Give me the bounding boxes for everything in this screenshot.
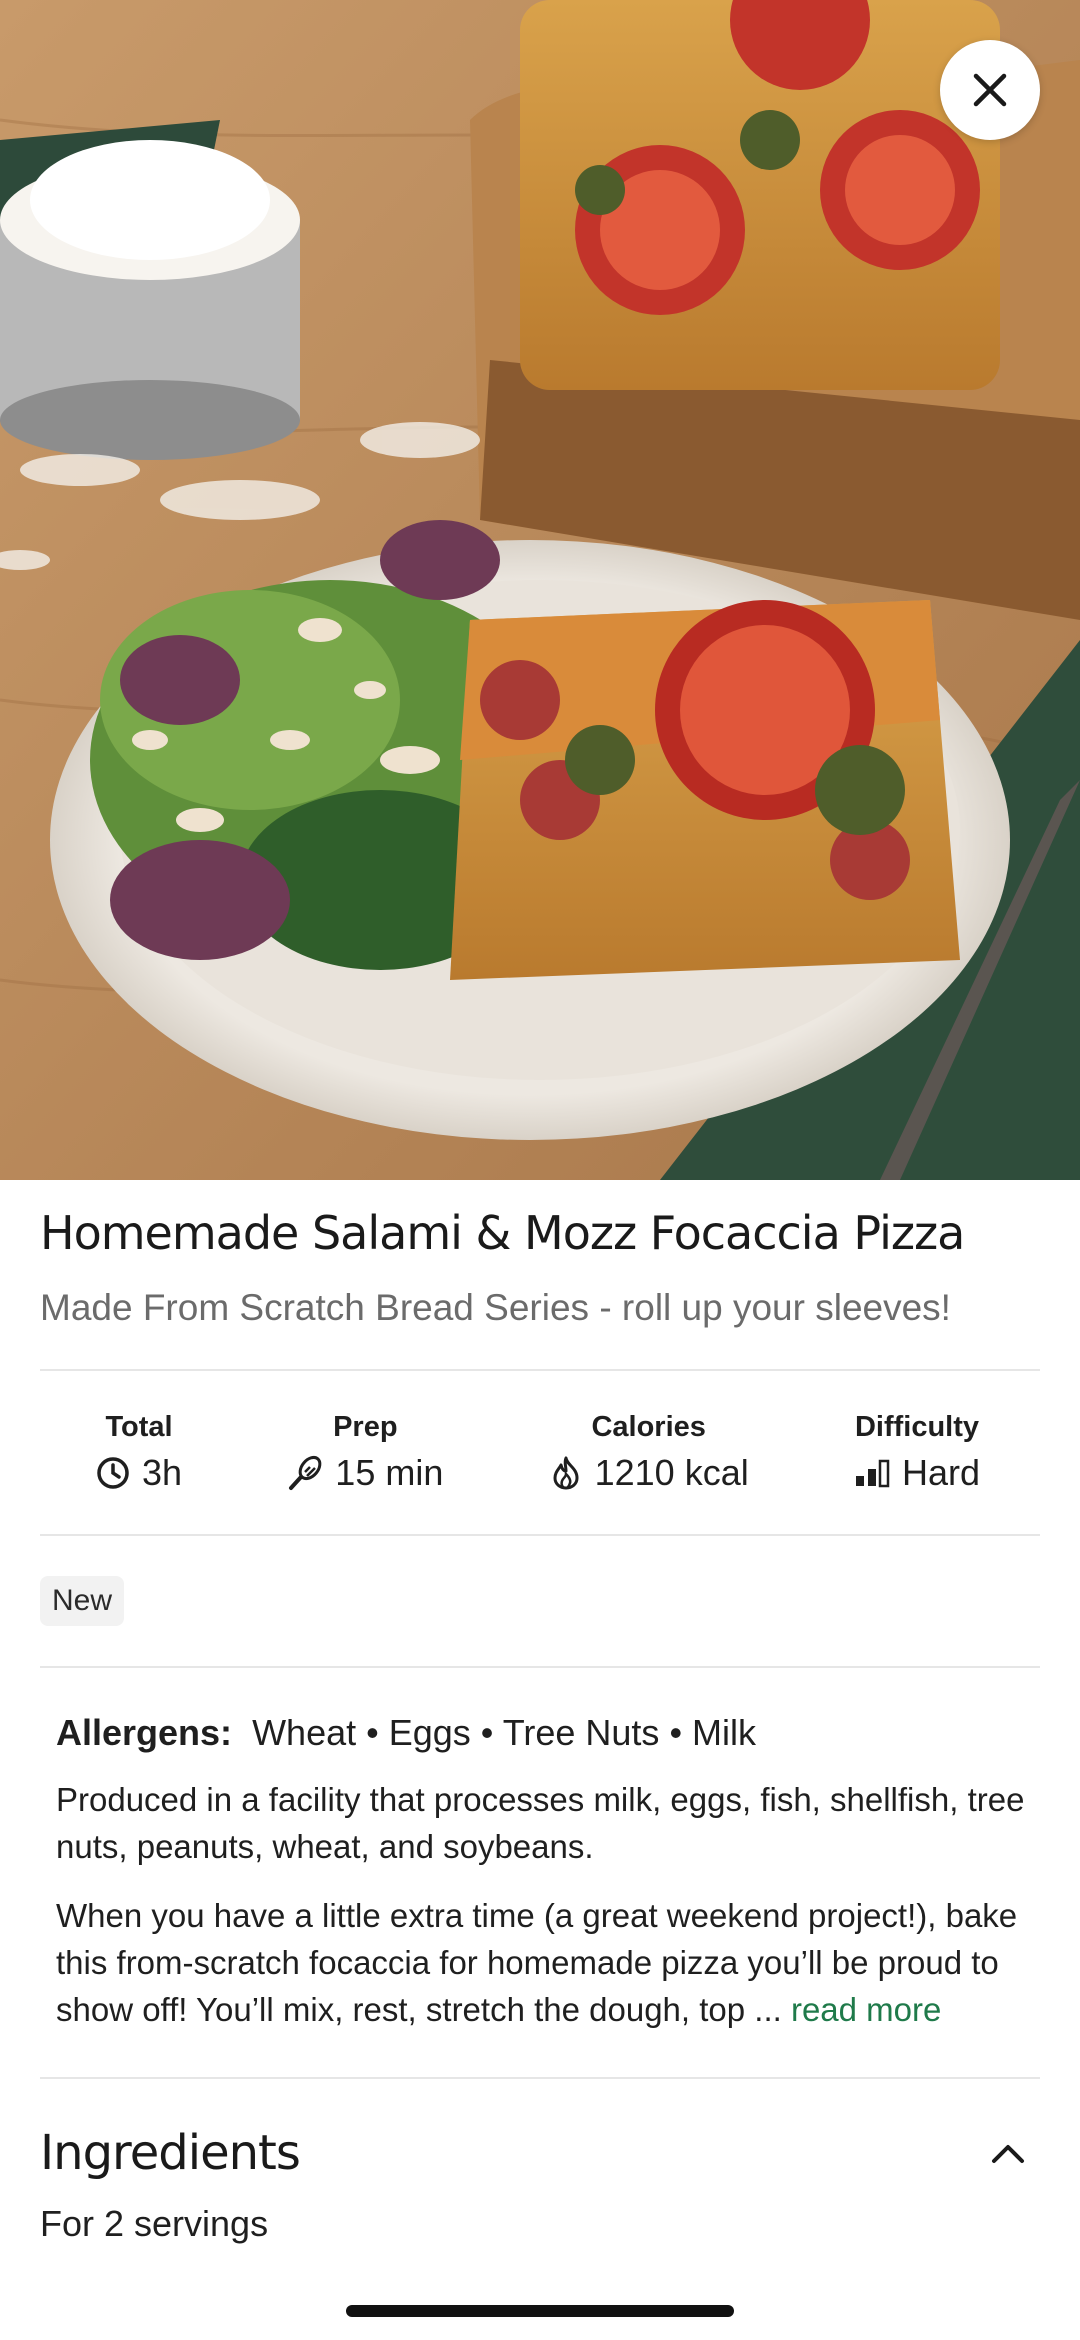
ingredients-title: Ingredients [40, 2125, 301, 2182]
recipe-stats: Total 3h Prep 15 min Calories 1210 kcal … [40, 1371, 1040, 1534]
stat-value: 15 min [335, 1452, 444, 1494]
stat-value: Hard [901, 1452, 980, 1494]
home-indicator[interactable] [346, 2305, 734, 2317]
recipe-subtitle: Made From Scratch Bread Series - roll up… [40, 1287, 951, 1329]
tag-row: New [40, 1536, 1040, 1666]
stat-prep: Prep 15 min [287, 1411, 443, 1494]
servings-text: For 2 servings [40, 2203, 269, 2245]
close-icon [973, 73, 1007, 107]
difficulty-bars-icon [855, 1459, 890, 1488]
recipe-details: Homemade Salami & Mozz Focaccia Pizza Ma… [40, 1180, 1040, 2245]
new-badge: New [40, 1576, 125, 1627]
flame-icon [553, 1456, 579, 1490]
allergens-line: Allergens: Wheat • Eggs • Tree Nuts • Mi… [40, 1712, 1040, 1754]
divider [40, 1666, 1040, 1669]
food-photo [0, 0, 1080, 1180]
clock-icon [97, 1457, 129, 1489]
read-more-link[interactable]: read more [791, 1991, 941, 2028]
chevron-up-icon[interactable] [990, 2141, 1026, 2165]
stat-label: Prep [333, 1411, 398, 1444]
hero-image [0, 0, 1080, 1180]
divider [40, 2077, 1040, 2080]
stat-value: 3h [142, 1452, 183, 1494]
stat-label: Calories [591, 1411, 706, 1444]
facility-note: Produced in a facility that processes mi… [56, 1781, 1025, 1866]
whisk-icon [289, 1456, 322, 1491]
ingredients-header[interactable]: Ingredients [40, 2125, 1040, 2181]
stat-total: Total 3h [96, 1411, 182, 1494]
stat-difficulty: Difficulty Hard [854, 1411, 980, 1494]
allergens-label: Allergens: [56, 1712, 233, 1754]
recipe-title: Homemade Salami & Mozz Focaccia Pizza [40, 1206, 965, 1260]
close-button[interactable] [940, 40, 1040, 140]
stat-label: Difficulty [854, 1411, 980, 1444]
allergens-list: Wheat • Eggs • Tree Nuts • Milk [252, 1712, 757, 1754]
recipe-description: When you have a little extra time (a gre… [40, 1892, 1040, 2033]
stat-value: 1210 kcal [594, 1452, 749, 1494]
stat-calories: Calories 1210 kcal [549, 1411, 749, 1494]
stat-label: Total [105, 1411, 173, 1444]
